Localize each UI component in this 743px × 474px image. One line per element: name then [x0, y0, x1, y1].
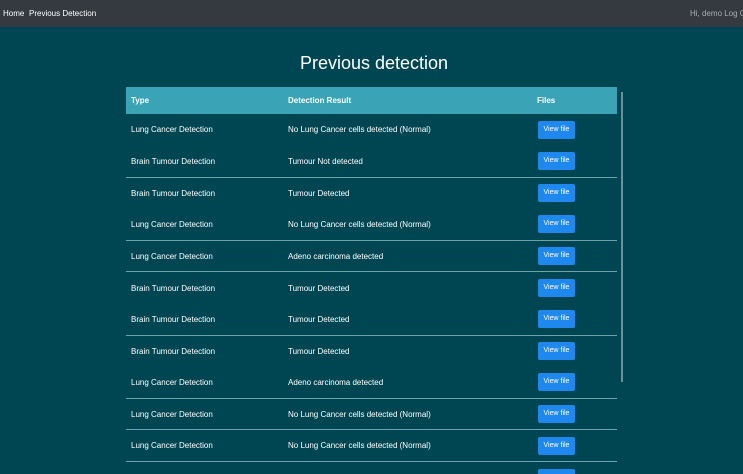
cell-detection-result: No Lung Cancer cells detected (Normal): [283, 429, 537, 462]
table-row: Brain Tumour Detection Tumour Not detecte…: [126, 146, 617, 178]
scrollbar[interactable]: [621, 92, 623, 382]
cell-type: Lung Cancer Detection: [126, 397, 283, 430]
cell-type: Lung Cancer Detection: [126, 429, 283, 462]
top-navbar: Home Previous Detection Hi, demo Log Ou: [0, 0, 743, 27]
view-file-button[interactable]: View file: [538, 310, 575, 329]
view-file-button[interactable]: View file: [538, 152, 575, 171]
cell-files: View file: [537, 176, 617, 209]
cell-detection-result: Adeno carcinoma detected: [288, 377, 384, 387]
cell-detection-result: No Lung Cancer cells detected (Normal): [283, 397, 537, 430]
cell-type: Brain Tumour Detection: [131, 156, 216, 166]
cell-type: Brain Tumour Detection: [126, 271, 283, 304]
cell-files: View file: [537, 271, 617, 304]
table-row: Lung Cancer DetectionSquamous Cell carci…: [126, 461, 617, 474]
cell-type: Brain Tumour Detection: [131, 314, 216, 324]
table-row: Lung Cancer Detection No Lung Cancer cell…: [126, 114, 617, 146]
cell-detection-result: Tumour Detected: [283, 271, 537, 304]
header-type: Type: [131, 96, 150, 105]
cell-detection-result: No Lung Cancer cells detected (Normal): [288, 219, 431, 229]
table-row: Lung Cancer Detection No Lung Cancer cell…: [126, 209, 617, 241]
cell-files: View file: [537, 334, 617, 367]
cell-files: View file: [537, 114, 617, 146]
cell-detection-result: Tumour Detected: [283, 334, 537, 367]
nav-previous-detection-link[interactable]: Previous Detection: [29, 0, 96, 27]
detections-table-container: Type Detection Result Files Lung Cancer …: [126, 87, 617, 474]
cell-detection-result: Tumour Detected: [283, 176, 537, 209]
table-row: Brain Tumour Detection Tumour Detected Vie…: [126, 334, 617, 367]
view-file-button[interactable]: View file: [538, 468, 575, 474]
header-detection-result: Detection Result: [288, 96, 352, 105]
cell-detection-result: Tumour Not detected: [288, 156, 363, 166]
table-row: Brain Tumour Detection Tumour Detected Vie…: [126, 271, 617, 304]
cell-files: View file: [537, 146, 617, 178]
table-row: Brain Tumour Detection Tumour Detected Vie…: [126, 176, 617, 209]
view-file-button[interactable]: View file: [538, 215, 575, 234]
user-greeting-logout[interactable]: Hi, demo Log Ou: [690, 0, 743, 27]
cell-detection-result: Squamous Cell carcinoma detected: [283, 461, 537, 474]
cell-files: View file: [537, 239, 617, 272]
cell-files: View file: [537, 397, 617, 430]
cell-files: View file: [537, 429, 617, 462]
view-file-button[interactable]: View file: [538, 184, 575, 203]
table-row: Brain Tumour Detection Tumour Detected Vie…: [126, 304, 617, 336]
cell-type: Lung Cancer Detection: [131, 125, 213, 135]
cell-files: View file: [537, 367, 617, 399]
cell-type: Lung Cancer Detection: [131, 219, 213, 229]
nav-home-link[interactable]: Home: [3, 0, 24, 27]
view-file-button[interactable]: View file: [538, 247, 575, 266]
detections-table: Type Detection Result Files Lung Cancer …: [126, 87, 617, 474]
view-file-button[interactable]: View file: [538, 373, 575, 392]
header-files: Files: [537, 96, 556, 105]
table-row: Lung Cancer Detection No Lung Cancer cell…: [126, 429, 617, 462]
table-row: Lung Cancer Detection Adeno carcinoma det…: [126, 239, 617, 272]
cell-type: Brain Tumour Detection: [126, 334, 283, 367]
cell-type: Lung Cancer Detection: [126, 239, 283, 272]
cell-type: Lung Cancer Detection: [126, 461, 283, 474]
cell-type: Lung Cancer Detection: [131, 377, 213, 387]
cell-detection-result: No Lung Cancer cells detected (Normal): [288, 125, 431, 135]
table-row: Lung Cancer Detection No Lung Cancer cell…: [126, 397, 617, 430]
cell-detection-result: Adeno carcinoma detected: [283, 239, 537, 272]
cell-files: View file: [537, 209, 617, 241]
view-file-button[interactable]: View file: [538, 120, 575, 139]
view-file-button[interactable]: View file: [538, 342, 575, 361]
cell-detection-result: Tumour Detected: [288, 314, 350, 324]
view-file-button[interactable]: View file: [538, 405, 575, 424]
table-header-row: Type Detection Result Files: [126, 87, 617, 114]
page-title: Previous detection: [299, 53, 449, 73]
cell-files: View file: [537, 304, 617, 336]
cell-files: View file: [537, 461, 617, 474]
view-file-button[interactable]: View file: [538, 279, 575, 298]
cell-type: Brain Tumour Detection: [126, 176, 283, 209]
table-body: Lung Cancer Detection No Lung Cancer cell…: [126, 114, 617, 474]
view-file-button[interactable]: View file: [538, 436, 575, 455]
table-row: Lung Cancer Detection Adeno carcinoma det…: [126, 367, 617, 399]
